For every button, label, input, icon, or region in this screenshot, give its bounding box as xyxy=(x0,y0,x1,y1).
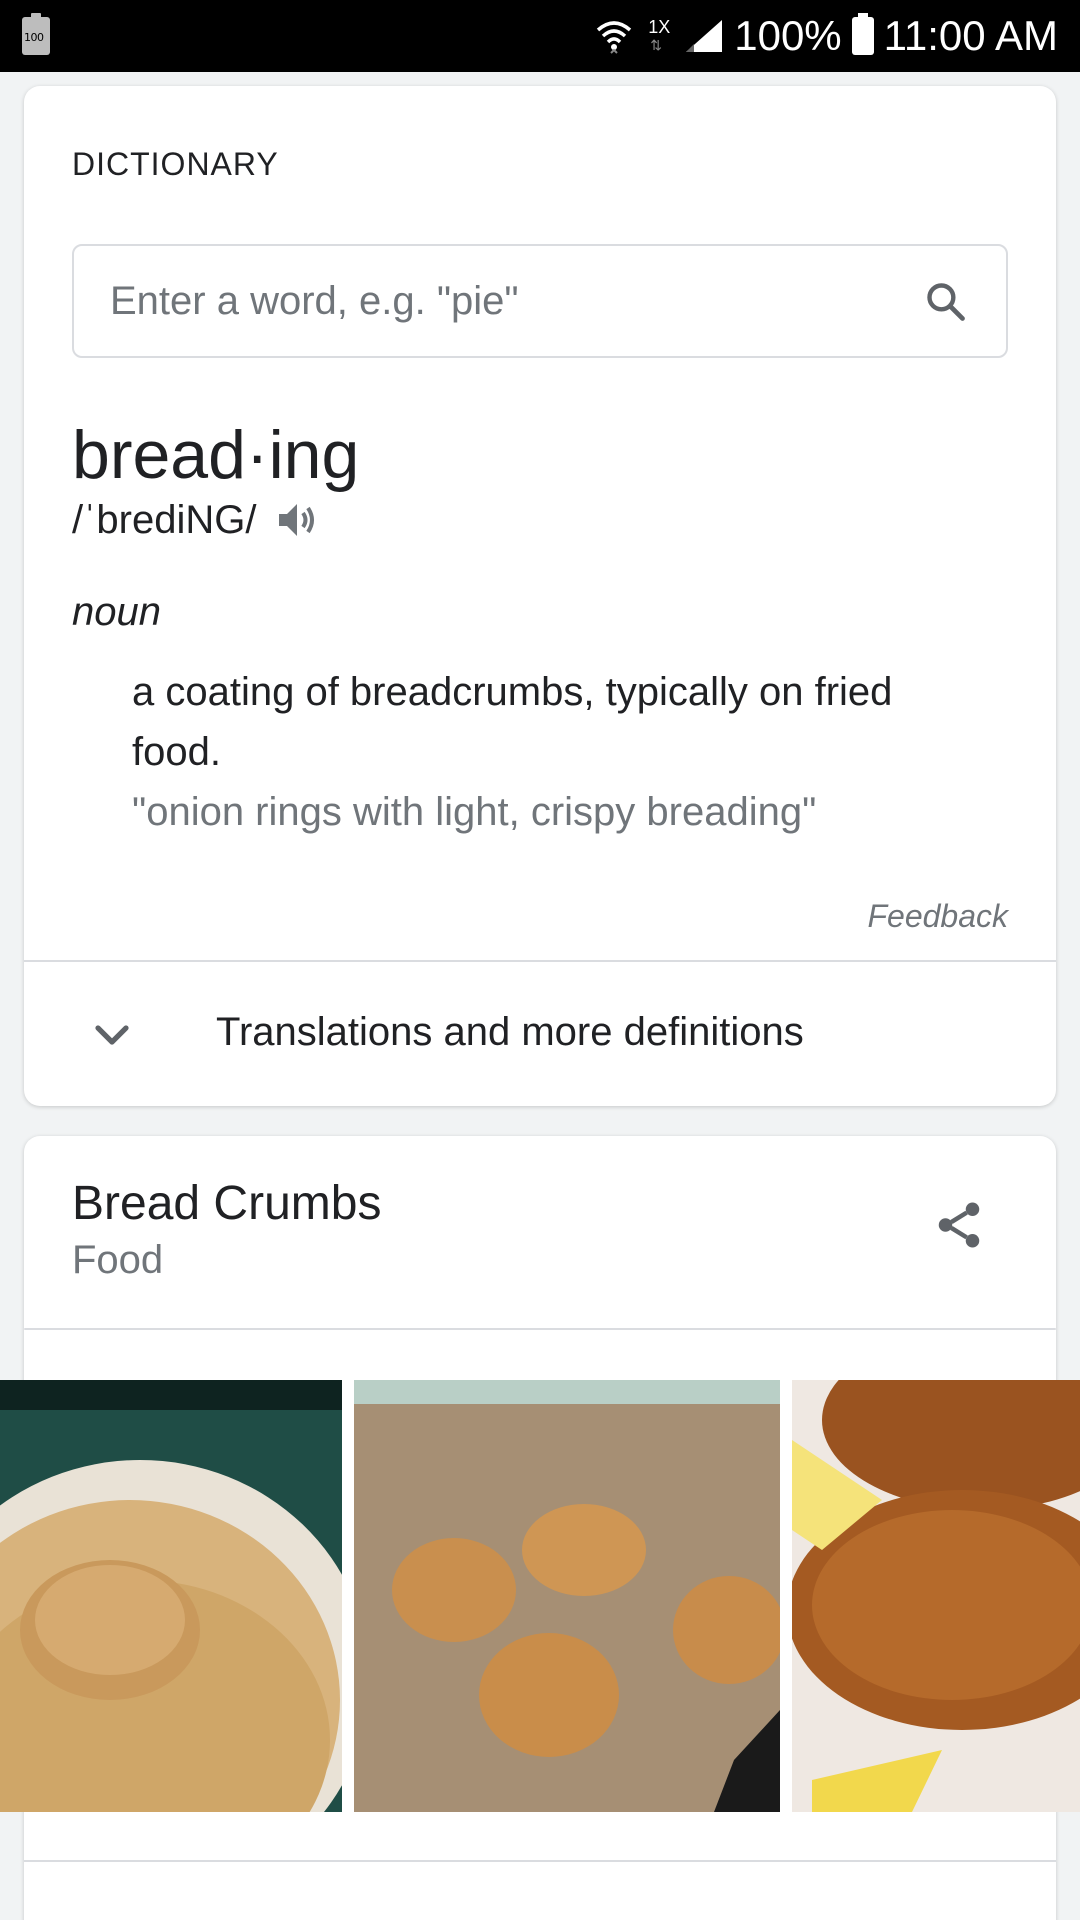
network-rate-indicator: 1X ⇅ xyxy=(644,16,674,56)
definition: a coating of breadcrumbs, typically on f… xyxy=(132,670,893,774)
chevron-down-icon xyxy=(95,1025,129,1045)
image-carousel[interactable] xyxy=(0,1380,1080,1812)
translations-expander[interactable]: Translations and more definitions xyxy=(24,962,1056,1106)
headword: bread·ing xyxy=(72,417,360,493)
battery-percent: 100% xyxy=(734,12,842,59)
battery-saver-icon: 100 xyxy=(22,13,50,55)
search-icon[interactable] xyxy=(924,280,968,324)
data-arrows-icon: ⇅ xyxy=(650,37,662,53)
search-input[interactable] xyxy=(110,246,890,356)
battery-icon xyxy=(851,13,874,55)
feedback-link[interactable]: Feedback xyxy=(867,898,1008,935)
entity-subtitle: Food xyxy=(72,1238,164,1282)
search-box[interactable] xyxy=(72,244,1008,358)
breadcrumbs-plate-image[interactable] xyxy=(0,1380,342,1812)
phonetic: /ˈbrediNG/ xyxy=(72,497,257,542)
divider xyxy=(24,1860,1056,1862)
breaded-patties-tray-image[interactable] xyxy=(354,1380,780,1812)
share-icon[interactable] xyxy=(932,1198,986,1252)
divider xyxy=(24,1328,1056,1330)
entity-title[interactable]: Bread Crumbs xyxy=(72,1176,381,1231)
dictionary-card: DICTIONARY bread·ing /ˈbrediNG/ noun a c… xyxy=(24,86,1056,1106)
usage-example: "onion rings with light, crispy breading… xyxy=(132,790,817,834)
clock: 11:00 AM xyxy=(883,12,1058,59)
pronunciation-row: /ˈbrediNG/ xyxy=(72,496,321,544)
status-icons: 1X ⇅ 100% 11:00 AM xyxy=(594,0,1058,72)
battery-icon-text: 100 xyxy=(24,31,44,44)
part-of-speech: noun xyxy=(72,590,161,634)
fried-cutlet-lemon-image[interactable] xyxy=(792,1380,1080,1812)
wifi-icon xyxy=(594,16,634,56)
status-bar: 100 1X ⇅ 100% 11:00 AM xyxy=(0,0,1080,72)
section-label: DICTIONARY xyxy=(72,146,279,182)
cell-signal-icon xyxy=(684,18,724,54)
translations-label: Translations and more definitions xyxy=(216,1010,804,1054)
network-rate-label: 1X xyxy=(648,17,671,37)
speaker-icon[interactable] xyxy=(273,496,321,544)
